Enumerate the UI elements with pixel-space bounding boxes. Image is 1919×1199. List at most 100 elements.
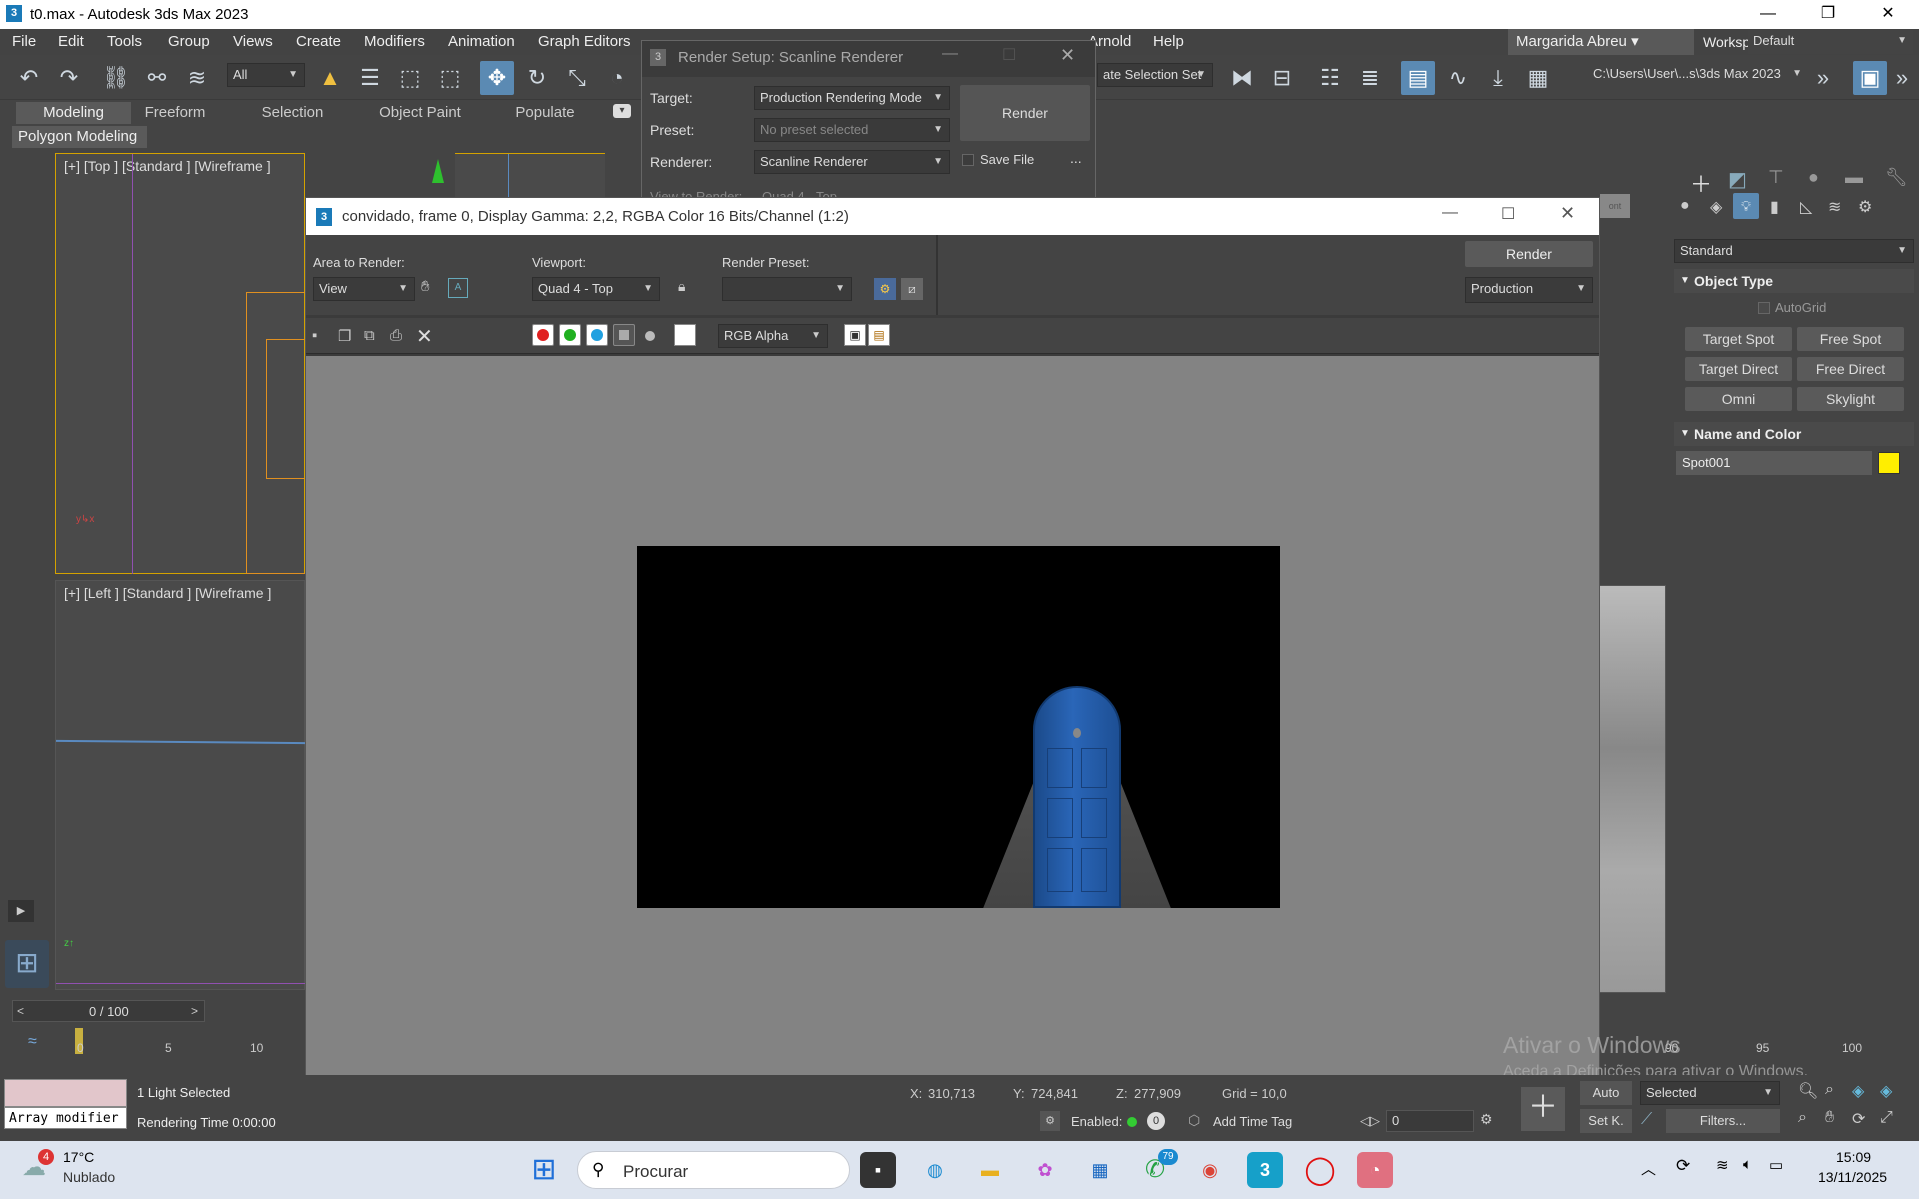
target-spot-button[interactable]: Target Spot [1685,327,1792,351]
production-dropdown[interactable]: Production ▼ [1465,277,1593,303]
background-color-swatch[interactable] [674,324,696,346]
maximize-button[interactable]: ☐ [1002,45,1016,65]
object-name-field[interactable]: Spot001 [1676,451,1872,475]
viewport-perspective-preview[interactable] [1598,585,1666,993]
viewport-top-label[interactable]: [+] [Top ] [Standard ] [Wireframe ] [64,158,271,174]
menu-graph-editors[interactable]: Graph Editors [538,33,631,50]
current-frame-field[interactable]: 0 [1386,1110,1474,1132]
hierarchy-icon[interactable]: ⊤ [1768,167,1784,188]
close-button[interactable]: ✕ [1060,45,1075,66]
utilities-icon[interactable]: 🔧︎ [1885,167,1908,188]
menu-group[interactable]: Group [168,33,210,50]
menu-help[interactable]: Help [1153,33,1184,50]
autogrid-checkbox[interactable] [1758,302,1770,314]
display-channel-dropdown[interactable]: RGB Alpha ▼ [718,324,828,348]
object-color-swatch[interactable] [1878,452,1900,474]
monochrome-toggle[interactable] [645,331,655,341]
render-setup-icon[interactable]: ⚙︎ [874,278,896,300]
link-icon[interactable]: ⛓ [99,61,133,95]
chrome-icon[interactable]: ◉ [1192,1152,1228,1188]
maximize-viewport-icon[interactable]: ⤢ [1880,1109,1893,1127]
enabled-indicator[interactable] [1127,1117,1137,1127]
material-editor-icon[interactable]: ▦ [1521,61,1555,95]
maxscript-input[interactable]: Array modifier [4,1107,127,1129]
rotate-icon[interactable]: ↻ [520,61,554,95]
light-category-dropdown[interactable]: Standard ▼ [1674,239,1914,263]
close-button[interactable]: ✕ [1860,0,1916,29]
motion-icon[interactable]: ● [1808,167,1819,188]
name-and-color-rollout[interactable]: ▼ Name and Color [1674,422,1914,446]
user-account-menu[interactable]: Margarida Abreu ▾ [1508,29,1694,55]
x-coordinate[interactable]: 310,713 [928,1086,975,1101]
overflow-icon[interactable]: » [1888,61,1916,95]
geometry-icon[interactable]: ● [1680,197,1690,215]
shapes-icon[interactable]: ◈ [1710,197,1722,217]
menu-edit[interactable]: Edit [58,33,84,50]
set-key-button[interactable]: Set K. [1580,1109,1632,1133]
tab-object-paint[interactable]: Object Paint [370,102,470,124]
save-icon[interactable]: ▣ [1853,61,1887,95]
render-preset-dropdown[interactable]: ▼ [722,277,852,301]
system-tray-chevron-icon[interactable]: ︿ [1641,1158,1656,1179]
z-coordinate[interactable]: 277,909 [1134,1086,1181,1101]
taskbar-search[interactable]: ⚲ Procurar [577,1151,850,1189]
key-tangent-icon[interactable]: ⟋ [1641,1111,1652,1129]
curve-editor-icon[interactable]: ∿ [1441,61,1475,95]
cameras-icon[interactable]: ▮ [1770,197,1779,217]
render-canvas[interactable] [306,356,1599,1092]
viewport-dropdown[interactable]: Quad 4 - Top ▼ [532,277,660,301]
display-ui-icon[interactable]: ▤ [868,324,890,346]
menu-tools[interactable]: Tools [107,33,142,50]
placement-icon[interactable]: ◔ [600,61,634,95]
minimize-button[interactable]: — [1442,204,1458,222]
bind-spacewarp-icon[interactable]: ≋ [180,61,214,95]
key-mode-icon[interactable]: ◁▷ [1360,1113,1380,1129]
viewport-left-label[interactable]: [+] [Left ] [Standard ] [Wireframe ] [64,585,271,601]
environment-effects-icon[interactable]: ⧄ [901,278,923,300]
minimize-button[interactable]: — [1740,0,1796,29]
close-button[interactable]: ✕ [1560,203,1575,224]
green-channel-toggle[interactable] [559,324,581,346]
maximize-button[interactable]: ❐ [1800,0,1856,29]
weather-temp[interactable]: 17°C [63,1149,94,1165]
y-coordinate[interactable]: 724,841 [1031,1086,1078,1101]
save-file-browse-button[interactable]: ... [1070,150,1082,166]
alpha-channel-toggle[interactable] [613,324,635,346]
time-slider[interactable]: < 0 / 100 > [12,1000,205,1022]
curve-editor-toggle-icon[interactable]: ≈ [28,1033,37,1051]
move-icon[interactable]: ✥ [480,61,514,95]
free-spot-button[interactable]: Free Spot [1797,327,1904,351]
print-icon[interactable]: ⎙ [390,327,402,344]
select-by-name-icon[interactable]: ☰ [353,61,387,95]
viewport-layout-icon[interactable]: ⊞ [5,940,49,988]
clone-window-icon[interactable]: ⧉ [364,327,375,344]
wifi-icon[interactable]: ≋ [1716,1156,1729,1174]
layer-explorer-icon[interactable]: ≣ [1353,61,1387,95]
key-filter-dropdown[interactable]: Selected ▼ [1640,1081,1780,1105]
edge-icon[interactable]: ◍ [917,1152,953,1188]
rectangle-selection-icon[interactable]: ⬚ [393,61,427,95]
zoom-extents-all-icon[interactable]: ◈ [1880,1081,1892,1101]
helpers-icon[interactable]: ◺ [1800,197,1812,217]
pan-view-icon[interactable]: ✋︎ [1825,1109,1834,1127]
maximize-button[interactable]: ☐ [1501,204,1515,224]
viewcube-icon[interactable]: ont [1600,194,1630,218]
copy-image-icon[interactable]: ❐ [338,327,351,345]
windows-start-icon[interactable]: ⊞ [526,1152,562,1188]
red-channel-toggle[interactable] [532,324,554,346]
microsoft-store-icon[interactable]: ▦ [1082,1152,1118,1188]
named-selection-set-dropdown[interactable]: ate Selection Set ▼ [1097,63,1213,87]
project-path-dropdown[interactable]: C:\Users\User\...s\3ds Max 2023 ▼ [1588,63,1808,87]
adaptive-degradation-icon[interactable]: 0 [1147,1112,1165,1130]
area-to-render-dropdown[interactable]: View ▼ [313,277,415,301]
frame-render-button[interactable]: Render [1465,241,1593,267]
renderer-dropdown[interactable]: Scanline Renderer ▼ [754,150,950,174]
auto-key-button[interactable]: Auto [1580,1081,1632,1105]
create-icon[interactable]: ＋ [1690,167,1712,199]
field-of-view-icon[interactable]: ⌕ [1798,1109,1807,1127]
scale-icon[interactable]: ⤡ [560,61,594,95]
menu-file[interactable]: File [12,33,36,50]
save-image-icon[interactable]: ▪ [312,327,317,344]
battery-icon[interactable]: ▭ [1769,1156,1783,1174]
clock-time[interactable]: 15:09 [1836,1149,1871,1165]
